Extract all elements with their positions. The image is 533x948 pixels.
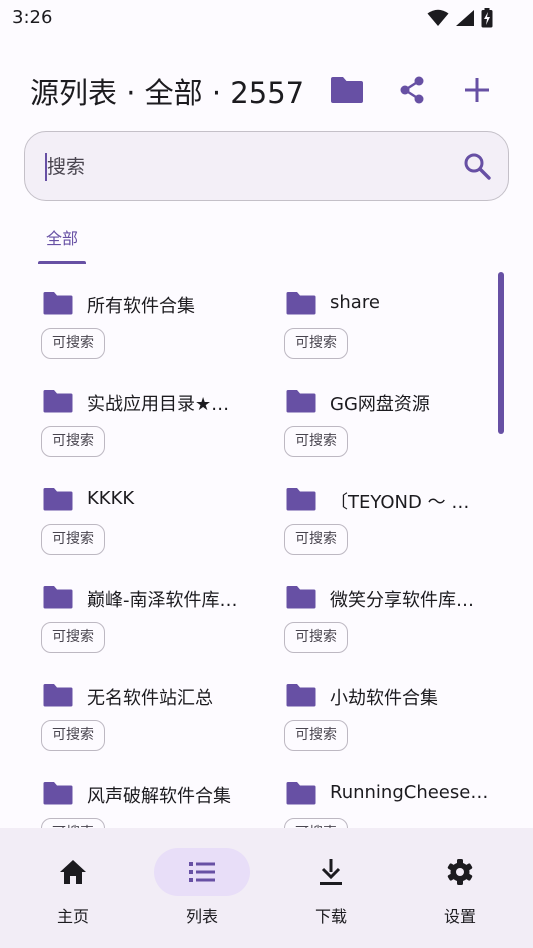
- source-item[interactable]: 无名软件站汇总 可搜索: [41, 672, 273, 762]
- signal-icon: [456, 10, 474, 26]
- source-name: 无名软件站汇总: [87, 688, 213, 709]
- folder-icon: [286, 586, 316, 609]
- source-item[interactable]: 风声破解软件合集 可搜索: [41, 770, 273, 828]
- status-icons: [427, 8, 493, 28]
- folder-icon: [43, 586, 73, 609]
- nav-label: 下载: [314, 907, 347, 926]
- source-name: 〔TEYOND ～ …: [330, 492, 470, 513]
- search-input[interactable]: [47, 152, 427, 182]
- nav-label: 设置: [443, 907, 476, 926]
- source-name: share: [330, 292, 380, 313]
- source-name: 小劫软件合集: [330, 688, 438, 709]
- source-name: GG网盘资源: [330, 394, 430, 415]
- folder-icon: [331, 77, 363, 103]
- nav-indicator: [412, 848, 508, 896]
- nav-indicator: [154, 848, 250, 896]
- source-item[interactable]: GG网盘资源 可搜索: [284, 378, 516, 468]
- source-name: 所有软件合集: [87, 296, 195, 317]
- nav-list[interactable]: 列表: [152, 848, 252, 938]
- page-title: 源列表 · 全部 · 2557: [30, 76, 305, 110]
- bottom-navigation: 主页 列表 下载 设置: [0, 828, 533, 948]
- tab-label: 全部: [45, 229, 78, 248]
- download-icon: [320, 859, 342, 885]
- source-name: 实战应用目录★…: [87, 394, 230, 415]
- nav-home[interactable]: 主页: [23, 848, 123, 938]
- app-header: 源列表 · 全部 · 2557: [0, 60, 533, 120]
- list-scrollbar[interactable]: [498, 272, 504, 434]
- source-list: 所有软件合集 可搜索 share 可搜索 实战应用目录★… 可搜索 GG网盘资源…: [0, 280, 533, 828]
- searchable-chip: 可搜索: [41, 622, 105, 653]
- nav-download[interactable]: 下载: [281, 848, 381, 938]
- source-item[interactable]: 〔TEYOND ～ … 可搜索: [284, 476, 516, 566]
- searchable-chip: 可搜索: [41, 426, 105, 457]
- source-item[interactable]: KKKK 可搜索: [41, 476, 273, 566]
- nav-settings[interactable]: 设置: [410, 848, 510, 938]
- searchable-chip: 可搜索: [284, 328, 348, 359]
- source-name: 风声破解软件合集: [87, 786, 231, 807]
- share-button[interactable]: [392, 70, 432, 110]
- nav-indicator: [283, 848, 379, 896]
- searchable-chip: 可搜索: [284, 426, 348, 457]
- source-name: 微笑分享软件库…: [330, 590, 474, 611]
- folder-icon: [43, 488, 73, 511]
- searchable-chip: 可搜索: [284, 622, 348, 653]
- nav-label: 主页: [56, 907, 89, 926]
- searchable-chip: 可搜索: [41, 524, 105, 555]
- source-name: RunningCheeseC…: [330, 782, 490, 803]
- source-item[interactable]: RunningCheeseC… 可搜索: [284, 770, 516, 828]
- folder-icon: [286, 292, 316, 315]
- home-icon: [60, 860, 86, 884]
- source-item[interactable]: share 可搜索: [284, 280, 516, 370]
- searchable-chip: 可搜索: [41, 720, 105, 751]
- share-icon: [400, 76, 424, 104]
- source-item[interactable]: 实战应用目录★… 可搜索: [41, 378, 273, 468]
- searchable-chip: 可搜索: [284, 524, 348, 555]
- search-icon[interactable]: [462, 151, 492, 181]
- tab-indicator: [38, 261, 86, 264]
- source-name: KKKK: [87, 488, 135, 509]
- searchable-chip: 可搜索: [284, 818, 348, 828]
- status-time: 3:26: [12, 7, 53, 28]
- nav-indicator: [25, 848, 121, 896]
- folder-icon: [286, 782, 316, 805]
- add-button[interactable]: [457, 70, 497, 110]
- folder-icon: [43, 782, 73, 805]
- folder-button[interactable]: [327, 70, 367, 110]
- searchable-chip: 可搜索: [284, 720, 348, 751]
- folder-icon: [286, 390, 316, 413]
- nav-label: 列表: [185, 907, 218, 926]
- list-icon: [189, 862, 215, 882]
- source-item[interactable]: 所有软件合集 可搜索: [41, 280, 273, 370]
- app-screen: 3:26 源列表 · 全部 · 2557 搜索 全部 所有软件合集 可搜索 sh…: [0, 0, 533, 948]
- wifi-icon: [427, 9, 449, 26]
- source-item[interactable]: 巅峰-南泽软件库… 可搜索: [41, 574, 273, 664]
- text-caret: [45, 153, 47, 181]
- folder-icon: [286, 488, 316, 511]
- folder-icon: [286, 684, 316, 707]
- source-item[interactable]: 微笑分享软件库… 可搜索: [284, 574, 516, 664]
- folder-icon: [43, 684, 73, 707]
- battery-charging-icon: [481, 8, 493, 28]
- folder-icon: [43, 390, 73, 413]
- searchable-chip: 可搜索: [41, 328, 105, 359]
- search-bar: [24, 131, 509, 201]
- folder-icon: [43, 292, 73, 315]
- source-name: 巅峰-南泽软件库…: [87, 590, 238, 611]
- add-icon: [465, 78, 489, 102]
- tab-all[interactable]: 全部: [38, 220, 86, 264]
- searchable-chip: 可搜索: [41, 818, 105, 828]
- settings-icon: [447, 859, 473, 885]
- status-bar: 3:26: [0, 0, 533, 36]
- source-item[interactable]: 小劫软件合集 可搜索: [284, 672, 516, 762]
